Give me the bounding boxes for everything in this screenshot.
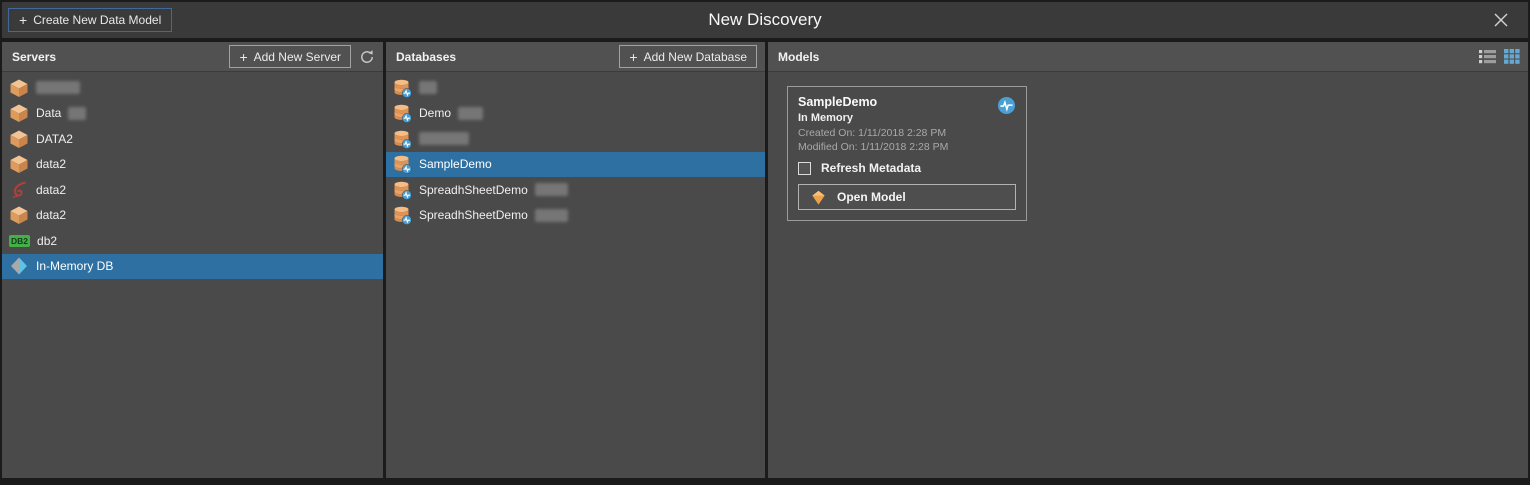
add-new-server-button[interactable]: + Add New Server — [229, 45, 351, 68]
server-name: Data — [36, 106, 61, 120]
refresh-metadata-label: Refresh Metadata — [821, 161, 921, 175]
redacted-text — [419, 132, 469, 145]
plus-icon: + — [629, 50, 637, 64]
plus-icon: + — [19, 13, 27, 27]
server-cube-icon — [9, 103, 29, 123]
refresh-metadata-checkbox[interactable] — [798, 162, 811, 175]
models-panel: Models — [768, 42, 1528, 478]
databases-panel-title: Databases — [396, 50, 456, 64]
server-name: In-Memory DB — [36, 259, 113, 273]
servers-panel: Servers + Add New Server — [2, 42, 383, 478]
server-name: data2 — [36, 183, 66, 197]
server-cube-icon — [9, 78, 29, 98]
database-list-item[interactable]: Demo — [386, 101, 765, 127]
db2-badge-icon: DB2 — [9, 235, 30, 248]
database-list-item[interactable]: SpreadhSheetDemo — [386, 177, 765, 203]
grid-view-icon — [1504, 49, 1520, 64]
database-list-item[interactable] — [386, 75, 765, 101]
server-list-item[interactable]: data2 — [2, 177, 383, 203]
database-name: SpreadhSheetDemo — [419, 183, 528, 197]
redacted-text — [535, 183, 568, 196]
databases-panel: Databases + Add New Database Demo — [386, 42, 765, 478]
database-stack-icon — [393, 78, 412, 98]
database-stack-icon — [393, 154, 412, 174]
close-icon — [1492, 11, 1510, 29]
add-new-server-label: Add New Server — [254, 50, 341, 64]
server-name: data2 — [36, 157, 66, 171]
model-created-on: Created On: 1/11/2018 2:28 PM — [798, 127, 1016, 139]
database-stack-icon — [393, 129, 412, 149]
server-list-item[interactable] — [2, 75, 383, 101]
model-title: SampleDemo — [798, 95, 1016, 109]
model-modified-on: Modified On: 1/11/2018 2:28 PM — [798, 141, 1016, 153]
server-list-item[interactable]: data2 — [2, 152, 383, 178]
database-stack-icon — [393, 103, 412, 123]
server-list-item[interactable]: data2 — [2, 203, 383, 229]
databases-list: Demo SampleDemo SpreadhSheetDemo — [386, 72, 765, 478]
models-panel-title: Models — [778, 50, 819, 64]
redacted-text — [419, 81, 437, 94]
database-name: SampleDemo — [419, 157, 492, 171]
databases-panel-header: Databases + Add New Database — [386, 42, 765, 72]
redacted-text — [458, 107, 483, 120]
refresh-servers-button[interactable] — [359, 49, 375, 65]
content-area: Servers + Add New Server — [2, 42, 1528, 478]
server-cube-icon — [9, 205, 29, 225]
database-list-item-sampledemo[interactable]: SampleDemo — [386, 152, 765, 178]
list-view-button[interactable] — [1479, 49, 1496, 64]
open-model-button[interactable]: Open Model — [798, 184, 1016, 210]
server-list-item[interactable]: DB2 db2 — [2, 228, 383, 254]
redacted-text — [36, 81, 80, 94]
in-memory-diamond-icon — [9, 256, 29, 276]
view-toggles — [1479, 49, 1520, 64]
servers-list: Data DATA2 data2 data2 data2 — [2, 72, 383, 478]
server-list-item-in-memory-db[interactable]: In-Memory DB — [2, 254, 383, 280]
server-cube-icon — [9, 154, 29, 174]
server-list-item[interactable]: DATA2 — [2, 126, 383, 152]
database-list-item[interactable] — [386, 126, 765, 152]
dialog-title: New Discovery — [708, 10, 821, 30]
grid-view-button[interactable] — [1504, 49, 1520, 64]
servers-panel-header: Servers + Add New Server — [2, 42, 383, 72]
models-panel-header: Models — [768, 42, 1528, 72]
open-model-label: Open Model — [837, 190, 906, 204]
create-new-data-model-button[interactable]: + Create New Data Model — [8, 8, 172, 32]
create-new-data-model-label: Create New Data Model — [33, 13, 161, 27]
plus-icon: + — [239, 50, 247, 64]
refresh-icon — [359, 49, 375, 65]
database-list-item[interactable]: SpreadhSheetDemo — [386, 203, 765, 229]
server-name: DATA2 — [36, 132, 73, 146]
refresh-metadata-row: Refresh Metadata — [798, 161, 1016, 175]
close-button[interactable] — [1490, 9, 1512, 31]
add-new-database-button[interactable]: + Add New Database — [619, 45, 757, 68]
model-pulse-badge-icon — [997, 96, 1016, 115]
server-name: db2 — [37, 234, 57, 248]
add-new-database-label: Add New Database — [644, 50, 747, 64]
database-stack-icon — [393, 180, 412, 200]
redacted-text — [68, 107, 86, 120]
servers-panel-title: Servers — [12, 50, 56, 64]
model-storage-type: In Memory — [798, 112, 1016, 124]
redacted-text — [535, 209, 568, 222]
server-list-item[interactable]: Data — [2, 101, 383, 127]
server-name: data2 — [36, 208, 66, 222]
database-name: SpreadhSheetDemo — [419, 208, 528, 222]
titlebar: + Create New Data Model New Discovery — [2, 2, 1528, 38]
model-card-sampledemo[interactable]: SampleDemo In Memory Created On: 1/11/20… — [787, 86, 1027, 221]
red-swirl-server-icon — [9, 180, 29, 200]
open-model-gem-icon — [809, 188, 828, 207]
models-grid: SampleDemo In Memory Created On: 1/11/20… — [768, 72, 1528, 478]
list-view-icon — [1479, 49, 1496, 64]
database-name: Demo — [419, 106, 451, 120]
new-discovery-dialog: + Create New Data Model New Discovery Se… — [0, 0, 1530, 485]
database-stack-icon — [393, 205, 412, 225]
server-cube-icon — [9, 129, 29, 149]
